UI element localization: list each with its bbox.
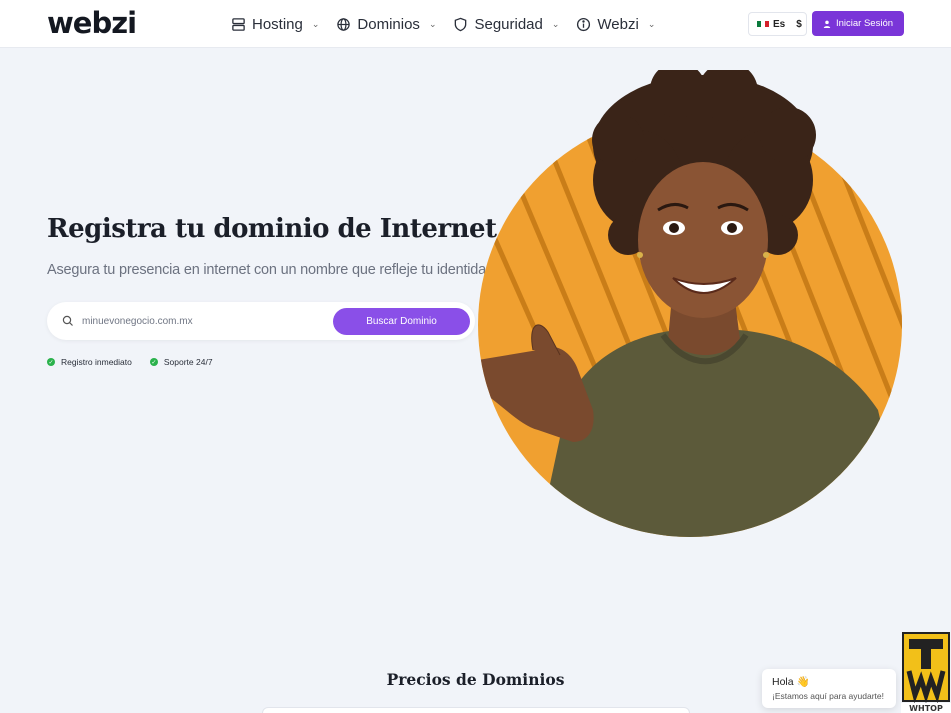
info-icon: [577, 17, 591, 31]
feature-label: Registro inmediato: [61, 357, 132, 367]
nav-item-webzi[interactable]: Webzi ⌄: [576, 16, 655, 33]
chevron-down-icon: ⌄: [647, 18, 656, 29]
domain-search-box: Buscar Dominio: [47, 302, 475, 340]
nav-item-label: Dominios: [357, 15, 420, 33]
check-icon: ✓: [149, 358, 158, 366]
feature-item: ✓ Soporte 24/7: [149, 357, 213, 367]
user-icon: [823, 20, 831, 28]
search-domain-button[interactable]: Buscar Dominio: [333, 308, 470, 335]
feature-item: ✓ Registro inmediato: [47, 357, 132, 367]
feature-label: Soporte 24/7: [163, 357, 213, 367]
site-header: webzi Hosting ⌄ Dominios ⌄ Seguridad ⌄ W…: [0, 0, 951, 48]
feature-list: ✓ Registro inmediato ✓ Soporte 24/7: [47, 357, 213, 367]
login-label: Iniciar Sesión: [835, 18, 894, 29]
nav-item-label: Webzi: [597, 15, 639, 33]
chevron-down-icon: ⌄: [428, 18, 437, 29]
currency-label: $: [796, 18, 802, 30]
chat-message: ¡Estamos aquí para ayudarte!: [772, 691, 884, 701]
hero-title: Registra tu dominio de Internet: [47, 214, 497, 244]
language-label: Es: [773, 18, 786, 30]
nav-item-dominios[interactable]: Dominios ⌄: [336, 16, 436, 33]
chat-greeting: Hola 👋: [772, 676, 810, 688]
webzi-logo[interactable]: webzi: [47, 6, 137, 40]
hero-subtitle: Asegura tu presencia en internet con un …: [47, 262, 494, 278]
nav-item-label: Seguridad: [474, 15, 543, 33]
login-button[interactable]: Iniciar Sesión: [812, 11, 904, 36]
pricing-card: [262, 707, 690, 713]
language-currency-selector[interactable]: Es $: [748, 12, 807, 36]
nav-item-label: Hosting: [252, 15, 303, 33]
nav-item-hosting[interactable]: Hosting ⌄: [231, 16, 319, 33]
search-icon: [62, 315, 73, 326]
main-nav: Hosting ⌄ Dominios ⌄ Seguridad ⌄ Webzi ⌄: [231, 0, 672, 48]
server-icon: [232, 17, 245, 31]
hero-image: [478, 70, 902, 537]
svg-text:WHTOP: WHTOP: [909, 704, 943, 713]
mexico-flag-icon: [757, 21, 769, 27]
whtop-watermark-logo: WHTOP: [901, 632, 951, 713]
shield-icon: [455, 17, 467, 31]
chevron-down-icon: ⌄: [311, 18, 320, 29]
chat-widget[interactable]: Hola 👋 ¡Estamos aquí para ayudarte!: [762, 669, 896, 708]
check-icon: ✓: [47, 358, 55, 366]
chevron-down-icon: ⌄: [551, 18, 560, 29]
globe-icon: [337, 17, 351, 31]
nav-item-seguridad[interactable]: Seguridad ⌄: [453, 16, 559, 33]
domain-search-input[interactable]: [82, 311, 322, 331]
